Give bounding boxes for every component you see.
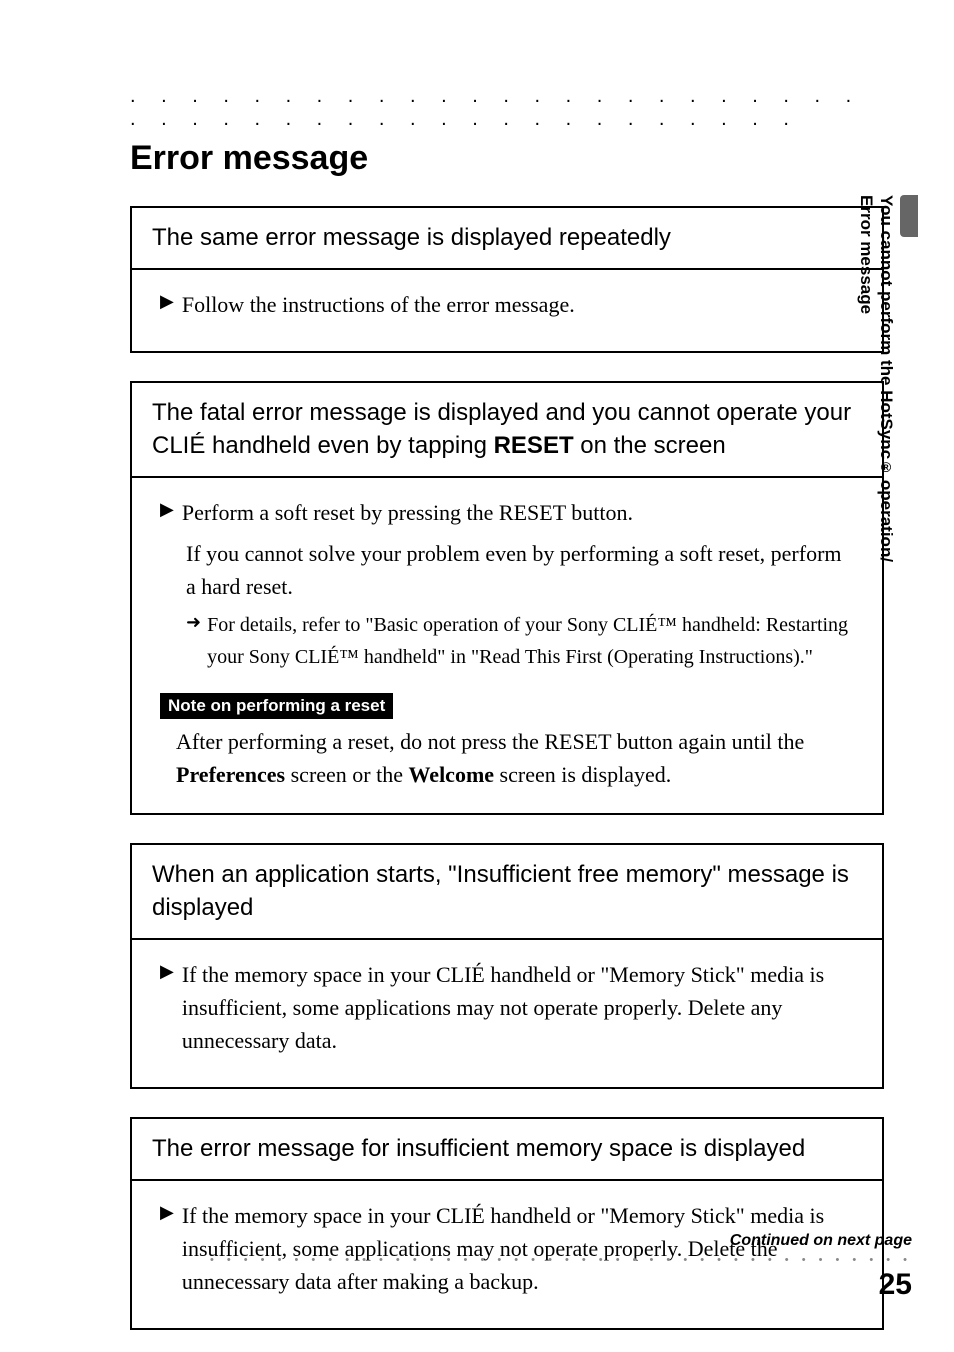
title-bold: RESET <box>494 432 574 459</box>
arrow-text: For details, refer to "Basic operation o… <box>207 609 854 673</box>
note-text: After performing a reset, do not press t… <box>176 725 854 791</box>
sidebar-line2: Error message <box>857 195 876 314</box>
sidebar-line1b: operation/ <box>877 475 896 562</box>
bullet-text: If the memory space in your CLIÉ handhel… <box>182 958 854 1057</box>
panel-title: The same error message is displayed repe… <box>132 208 882 270</box>
note-mid: screen or the <box>285 762 408 787</box>
panel-insufficient-memory: When an application starts, "Insufficien… <box>130 843 884 1089</box>
panel-same-error: The same error message is displayed repe… <box>130 206 884 353</box>
triangle-icon: ▶ <box>160 1199 174 1226</box>
arrow-icon: ➜ <box>186 609 201 636</box>
sub-text: If you cannot solve your problem even by… <box>186 537 854 603</box>
sidebar-tab: You cannot perform the HotSync® operatio… <box>882 195 912 775</box>
decorative-dots: . . . . . . . . . . . . . . . . . . . . … <box>130 85 884 131</box>
note-pre: After performing a reset, do not press t… <box>176 729 804 754</box>
reg-mark: ® <box>878 459 894 475</box>
footer-dots: • • • • • • • • • • • • • • • • • • • • … <box>210 1254 912 1266</box>
title-post: on the screen <box>574 432 726 459</box>
panel-title: The error message for insufficient memor… <box>132 1119 882 1181</box>
page-title: Error message <box>130 139 884 178</box>
triangle-icon: ▶ <box>160 288 174 315</box>
triangle-icon: ▶ <box>160 496 174 523</box>
bullet-text: Perform a soft reset by pressing the RES… <box>182 496 633 529</box>
note-bold2: Welcome <box>409 762 495 787</box>
panel-title: The fatal error message is displayed and… <box>132 383 882 478</box>
triangle-icon: ▶ <box>160 958 174 985</box>
note-label: Note on performing a reset <box>160 693 393 719</box>
page-footer: Continued on next page • • • • • • • • •… <box>210 1232 912 1302</box>
page-number: 25 <box>879 1268 912 1301</box>
panel-title: When an application starts, "Insufficien… <box>132 845 882 940</box>
tab-marker <box>900 195 918 237</box>
panel-fatal-error: The fatal error message is displayed and… <box>130 381 884 815</box>
sidebar-text: You cannot perform the HotSync® operatio… <box>856 195 896 562</box>
bullet-text: Follow the instructions of the error mes… <box>182 288 575 321</box>
note-post: screen is displayed. <box>494 762 671 787</box>
continued-label: Continued on next page <box>210 1232 912 1250</box>
sidebar-line1: You cannot perform the HotSync <box>877 195 896 459</box>
note-bold1: Preferences <box>176 762 285 787</box>
